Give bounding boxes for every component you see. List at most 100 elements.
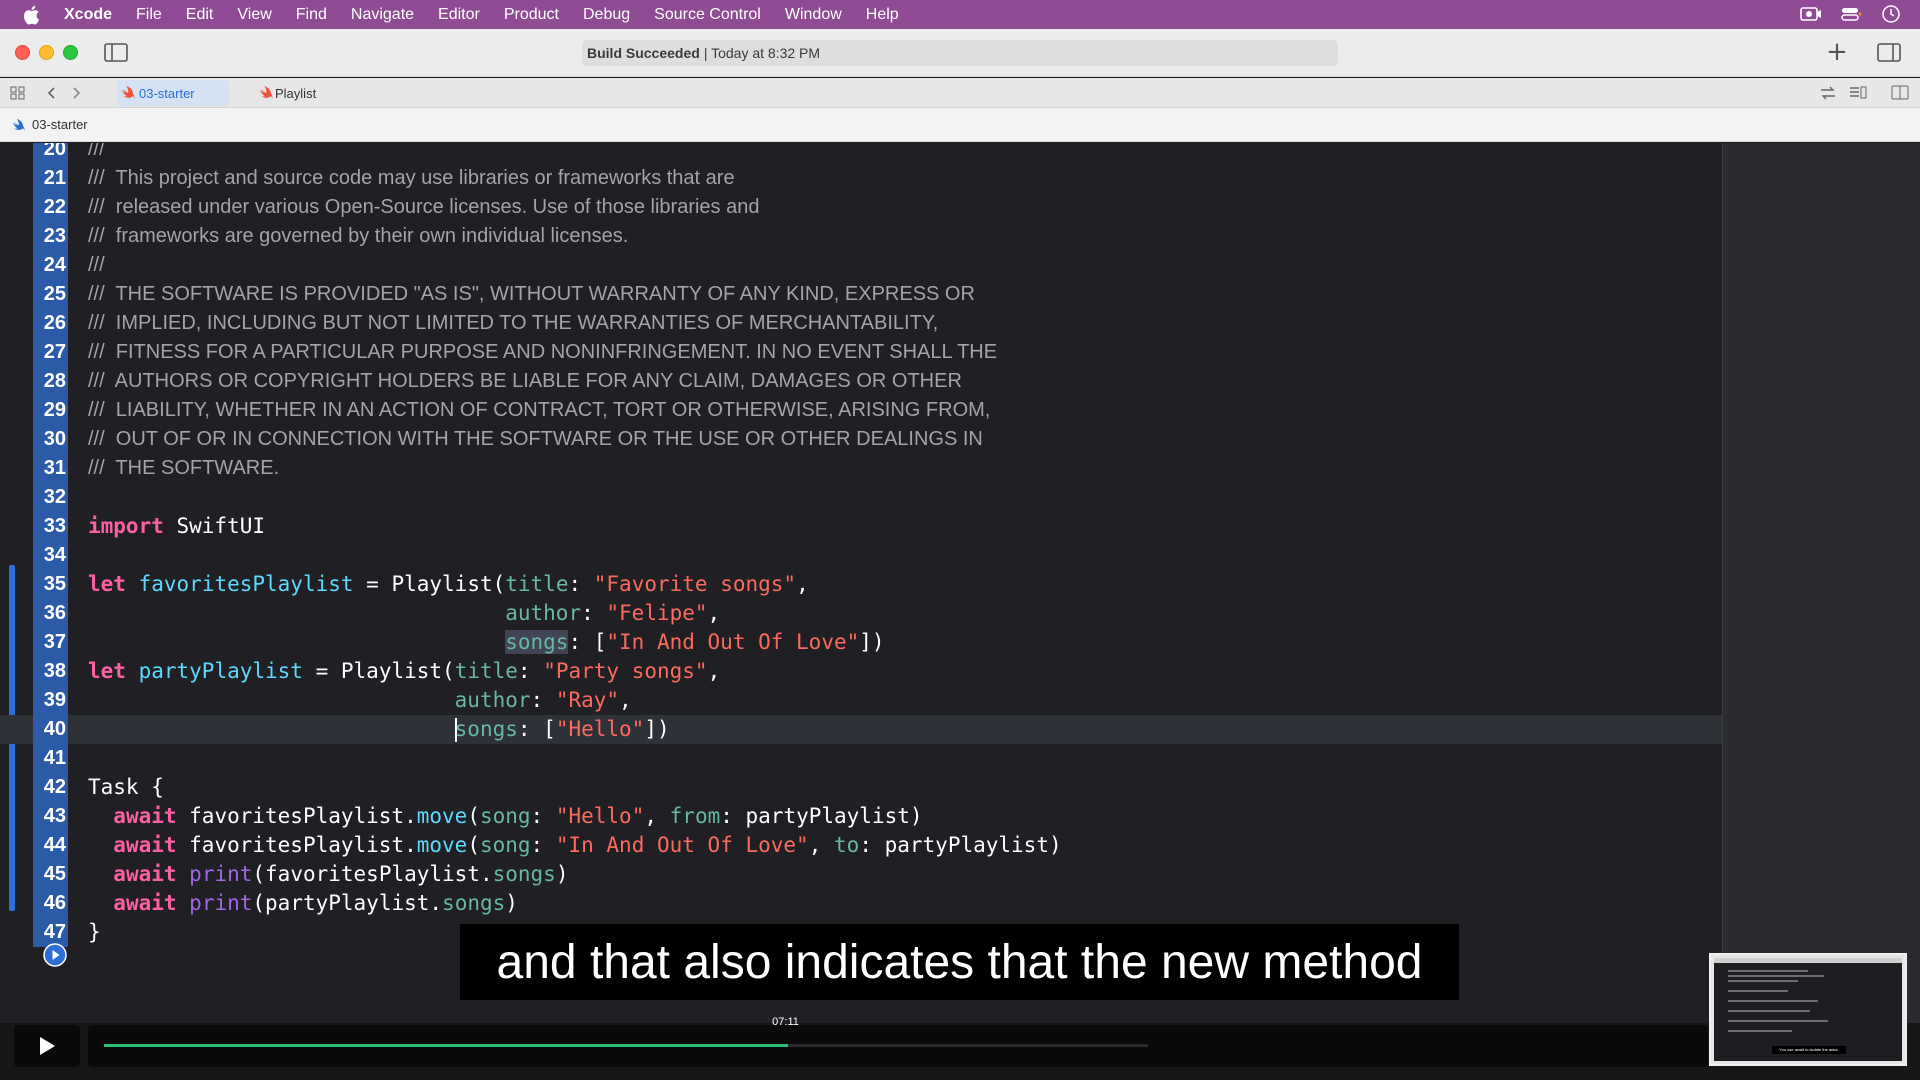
code-text: author: "Ray", xyxy=(454,688,632,712)
code-text: /// IMPLIED, INCLUDING BUT NOT LIMITED T… xyxy=(88,312,939,334)
code-line[interactable]: 43 await favoritesPlaylist.move(song: "H… xyxy=(0,802,1722,831)
video-thumbnail-preview[interactable]: You use await to isolate the actor. xyxy=(1709,953,1907,1066)
video-scrubber[interactable]: 07:11 xyxy=(88,1016,1798,1067)
code-text: } xyxy=(88,920,101,944)
thumbnail-line xyxy=(1728,970,1808,972)
code-line[interactable]: 28 /// AUTHORS OR COPYRIGHT HOLDERS BE LI… xyxy=(0,367,1722,396)
apple-logo-icon[interactable] xyxy=(22,5,40,25)
control-center-icon[interactable] xyxy=(1840,4,1862,24)
code-text: /// xyxy=(88,254,105,276)
code-line[interactable]: 30 /// OUT OF OR IN CONNECTION WITH THE S… xyxy=(0,425,1722,454)
thumbnail-line xyxy=(1728,1020,1828,1022)
code-text: /// THE SOFTWARE IS PROVIDED "AS IS", WI… xyxy=(88,283,975,305)
code-line[interactable]: 23 /// frameworks are governed by their o… xyxy=(0,222,1722,251)
forward-chevron-icon[interactable] xyxy=(68,85,84,101)
code-line[interactable]: 31 /// THE SOFTWARE. xyxy=(0,454,1722,483)
thumbnail-line xyxy=(1728,1000,1818,1002)
line-number: 27 xyxy=(43,341,66,363)
code-line[interactable]: 34 xyxy=(0,541,1722,570)
menu-view[interactable]: View xyxy=(237,6,271,24)
menu-app-name[interactable]: Xcode xyxy=(64,6,112,24)
minimap[interactable] xyxy=(1722,143,1920,1023)
split-editor-icon[interactable] xyxy=(1891,85,1909,101)
code-editor[interactable]: 20 /// 21 /// This project and source code … xyxy=(0,143,1722,1023)
code-line[interactable]: 45 await print(favoritesPlaylist.songs) xyxy=(0,860,1722,889)
scrubber-track[interactable]: 07:11 xyxy=(104,1016,1148,1047)
code-line[interactable]: 41 xyxy=(0,744,1722,773)
line-number: 30 xyxy=(43,428,66,450)
menu-help[interactable]: Help xyxy=(866,6,899,24)
maximize-window-button[interactable] xyxy=(63,45,78,60)
add-button[interactable]: + xyxy=(1824,39,1850,65)
code-line[interactable]: 37 songs: ["In And Out Of Love"]) xyxy=(0,628,1722,657)
menu-source-control[interactable]: Source Control xyxy=(654,6,761,24)
line-number: 21 xyxy=(43,167,66,189)
code-line[interactable]: 27 /// FITNESS FOR A PARTICULAR PURPOSE A… xyxy=(0,338,1722,367)
code-line[interactable]: 25 /// THE SOFTWARE IS PROVIDED "AS IS", … xyxy=(0,280,1722,309)
swift-icon xyxy=(260,86,273,99)
line-number: 40 xyxy=(43,718,66,740)
code-text: /// THE SOFTWARE. xyxy=(88,457,280,479)
menu-edit[interactable]: Edit xyxy=(186,6,214,24)
play-button[interactable] xyxy=(14,1025,80,1067)
close-window-button[interactable] xyxy=(15,45,30,60)
line-number: 44 xyxy=(43,834,66,856)
line-number: 41 xyxy=(43,747,66,769)
line-number: 24 xyxy=(43,254,66,276)
code-text: /// OUT OF OR IN CONNECTION WITH THE SOF… xyxy=(88,428,983,450)
inspector-toggle-icon[interactable] xyxy=(1877,43,1901,62)
code-text: /// This project and source code may use… xyxy=(88,167,735,189)
menu-editor[interactable]: Editor xyxy=(438,6,480,24)
line-number: 32 xyxy=(43,486,66,508)
thumbnail-line xyxy=(1728,980,1798,982)
code-line[interactable]: 38 let partyPlaylist = Playlist(title: "P… xyxy=(0,657,1722,686)
tab-03-starter[interactable]: 03-starter xyxy=(117,80,229,106)
code-line[interactable]: 46 await print(partyPlaylist.songs) xyxy=(0,889,1722,918)
breadcrumb-file[interactable]: 03-starter xyxy=(32,117,88,132)
code-line[interactable]: 29 /// LIABILITY, WHETHER IN AN ACTION OF… xyxy=(0,396,1722,425)
code-line[interactable]: 33 import SwiftUI xyxy=(0,512,1722,541)
code-line[interactable]: 22 /// released under various Open-Source… xyxy=(0,193,1722,222)
code-line[interactable]: 20 /// xyxy=(0,143,1722,164)
line-number: 33 xyxy=(43,515,66,537)
code-line[interactable]: 32 xyxy=(0,483,1722,512)
playhead-time: 07:11 xyxy=(772,1016,799,1028)
code-line[interactable]: 26 /// IMPLIED, INCLUDING BUT NOT LIMITED… xyxy=(0,309,1722,338)
menu-debug[interactable]: Debug xyxy=(583,6,630,24)
code-line[interactable]: 40 songs: ["Hello"]) xyxy=(0,715,1722,744)
clock-icon[interactable] xyxy=(1880,4,1902,24)
editor-options-icon[interactable] xyxy=(1849,85,1867,101)
build-timestamp: | Today at 8:32 PM xyxy=(703,45,821,61)
line-number: 31 xyxy=(43,457,66,479)
menu-window[interactable]: Window xyxy=(785,6,842,24)
menu-navigate[interactable]: Navigate xyxy=(351,6,414,24)
code-line[interactable]: 24 /// xyxy=(0,251,1722,280)
code-line[interactable]: 21 /// This project and source code may u… xyxy=(0,164,1722,193)
menu-bar: Xcode File Edit View Find Navigate Edito… xyxy=(0,0,1920,29)
line-number: 35 xyxy=(43,573,66,595)
minimize-window-button[interactable] xyxy=(39,45,54,60)
breadcrumb[interactable]: 03-starter xyxy=(0,108,1920,142)
code-line[interactable]: 39 author: "Ray", xyxy=(0,686,1722,715)
menu-file[interactable]: File xyxy=(136,6,162,24)
navigator-toggle-icon[interactable] xyxy=(104,43,128,62)
code-text: /// xyxy=(88,143,105,160)
back-chevron-icon[interactable] xyxy=(44,85,60,101)
code-text: await print(favoritesPlaylist.songs) xyxy=(113,862,569,886)
screen-record-icon[interactable] xyxy=(1800,4,1822,24)
run-playground-icon[interactable] xyxy=(43,943,67,967)
tab-playlist[interactable]: Playlist xyxy=(255,80,375,106)
code-line[interactable]: 36 author: "Felipe", xyxy=(0,599,1722,628)
thumbnail-toolbar xyxy=(1714,958,1902,963)
code-line[interactable]: 44 await favoritesPlaylist.move(song: "I… xyxy=(0,831,1722,860)
code-text: /// frameworks are governed by their own… xyxy=(88,225,629,247)
code-line[interactable]: 35 let favoritesPlaylist = Playlist(title… xyxy=(0,570,1722,599)
code-line[interactable]: 42 Task { xyxy=(0,773,1722,802)
code-text: /// FITNESS FOR A PARTICULAR PURPOSE AND… xyxy=(88,341,998,363)
grid-icon[interactable] xyxy=(10,85,26,101)
menu-find[interactable]: Find xyxy=(296,6,327,24)
line-number: 39 xyxy=(43,689,66,711)
related-items-icon[interactable] xyxy=(1819,85,1837,101)
menu-product[interactable]: Product xyxy=(504,6,559,24)
line-number: 28 xyxy=(43,370,66,392)
